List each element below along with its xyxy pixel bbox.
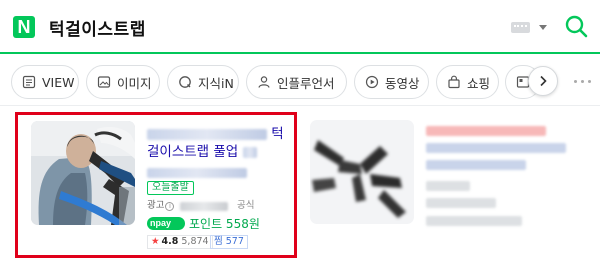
ad-label-text: 광고 bbox=[147, 200, 165, 211]
rating-box[interactable]: ★ 4.8 5,874 bbox=[147, 235, 213, 249]
chevron-right-icon bbox=[540, 75, 547, 87]
npay-row: npay 포인트 558원 bbox=[147, 215, 260, 231]
tab-influencer[interactable]: 인플루언서 bbox=[246, 65, 347, 99]
point-text: 포인트 558원 bbox=[189, 216, 260, 231]
more-icon[interactable] bbox=[572, 80, 592, 84]
search-header: N 턱걸이스트랩 bbox=[0, 0, 600, 54]
influencer-icon bbox=[258, 76, 270, 88]
product-title[interactable]: 턱 걸이스트랩 풀업 bbox=[147, 125, 289, 161]
view-icon bbox=[22, 75, 36, 89]
blurred-text bbox=[426, 216, 522, 226]
tabs-scroll-right-button[interactable] bbox=[528, 66, 558, 96]
tab-kin[interactable]: 지식iN bbox=[167, 65, 239, 99]
review-count: 5,874 bbox=[181, 236, 209, 247]
naver-logo[interactable]: N bbox=[13, 16, 35, 38]
kin-icon bbox=[179, 76, 191, 88]
tab-image[interactable]: 이미지 bbox=[86, 65, 160, 99]
shopping-bag-icon bbox=[448, 75, 460, 89]
product-photo bbox=[31, 121, 135, 225]
keyboard-icon[interactable] bbox=[511, 22, 530, 33]
blurred-store-name bbox=[180, 201, 229, 211]
tab-label: 동영상 bbox=[385, 75, 420, 91]
tab-video[interactable]: 동영상 bbox=[354, 65, 429, 99]
zzim-count[interactable]: 찜 577 bbox=[210, 235, 248, 249]
info-icon: i bbox=[165, 201, 175, 211]
product-image-2[interactable] bbox=[310, 120, 414, 224]
blurred-text bbox=[426, 181, 470, 191]
rating-value: 4.8 bbox=[161, 236, 179, 247]
delivery-badge: 오늘출발 bbox=[147, 181, 194, 195]
search-results-page: N 턱걸이스트랩 VIEW 이미지 지식iN 인플루언서 동영상 쇼핑 턱 걸이… bbox=[0, 0, 600, 262]
title-fragment: 턱 bbox=[271, 126, 284, 142]
blurred-text bbox=[426, 198, 496, 208]
video-icon bbox=[365, 75, 379, 89]
product-photo-2 bbox=[312, 140, 406, 218]
blurred-text bbox=[426, 160, 526, 170]
blurred-text bbox=[426, 126, 546, 136]
caret-down-icon[interactable] bbox=[539, 25, 547, 30]
tab-label: 인플루언서 bbox=[277, 75, 335, 91]
vertical-tabs: VIEW 이미지 지식iN 인플루언서 동영상 쇼핑 bbox=[0, 56, 600, 106]
blurred-text bbox=[147, 167, 247, 178]
image-icon bbox=[97, 76, 111, 88]
shopping-ad-card[interactable]: 턱 걸이스트랩 풀업 오늘출발 광고 i 공식 npay 포인트 558원 ★ … bbox=[15, 112, 297, 258]
official-badge: 공식 bbox=[237, 200, 255, 211]
tab-label: 이미지 bbox=[117, 75, 152, 91]
ad-label[interactable]: 광고 i bbox=[147, 199, 175, 213]
blurred-text bbox=[242, 146, 257, 158]
tab-label: 지식iN bbox=[198, 75, 234, 91]
blurred-text bbox=[426, 143, 566, 153]
star-icon: ★ bbox=[151, 236, 160, 247]
ad-info-row: 광고 i bbox=[147, 199, 229, 213]
npay-icon: npay bbox=[147, 216, 185, 230]
search-icon[interactable] bbox=[564, 14, 588, 38]
tab-label: VIEW bbox=[42, 74, 75, 90]
tab-view[interactable]: VIEW bbox=[11, 65, 79, 99]
title-line-3 bbox=[147, 162, 247, 181]
title-line-2: 걸이스트랩 풀업 bbox=[147, 144, 239, 160]
search-query[interactable]: 턱걸이스트랩 bbox=[49, 15, 146, 40]
tab-label: 쇼핑 bbox=[467, 75, 491, 91]
tab-shopping[interactable]: 쇼핑 bbox=[436, 65, 499, 99]
product-image[interactable] bbox=[31, 121, 135, 225]
blurred-text bbox=[147, 128, 267, 140]
